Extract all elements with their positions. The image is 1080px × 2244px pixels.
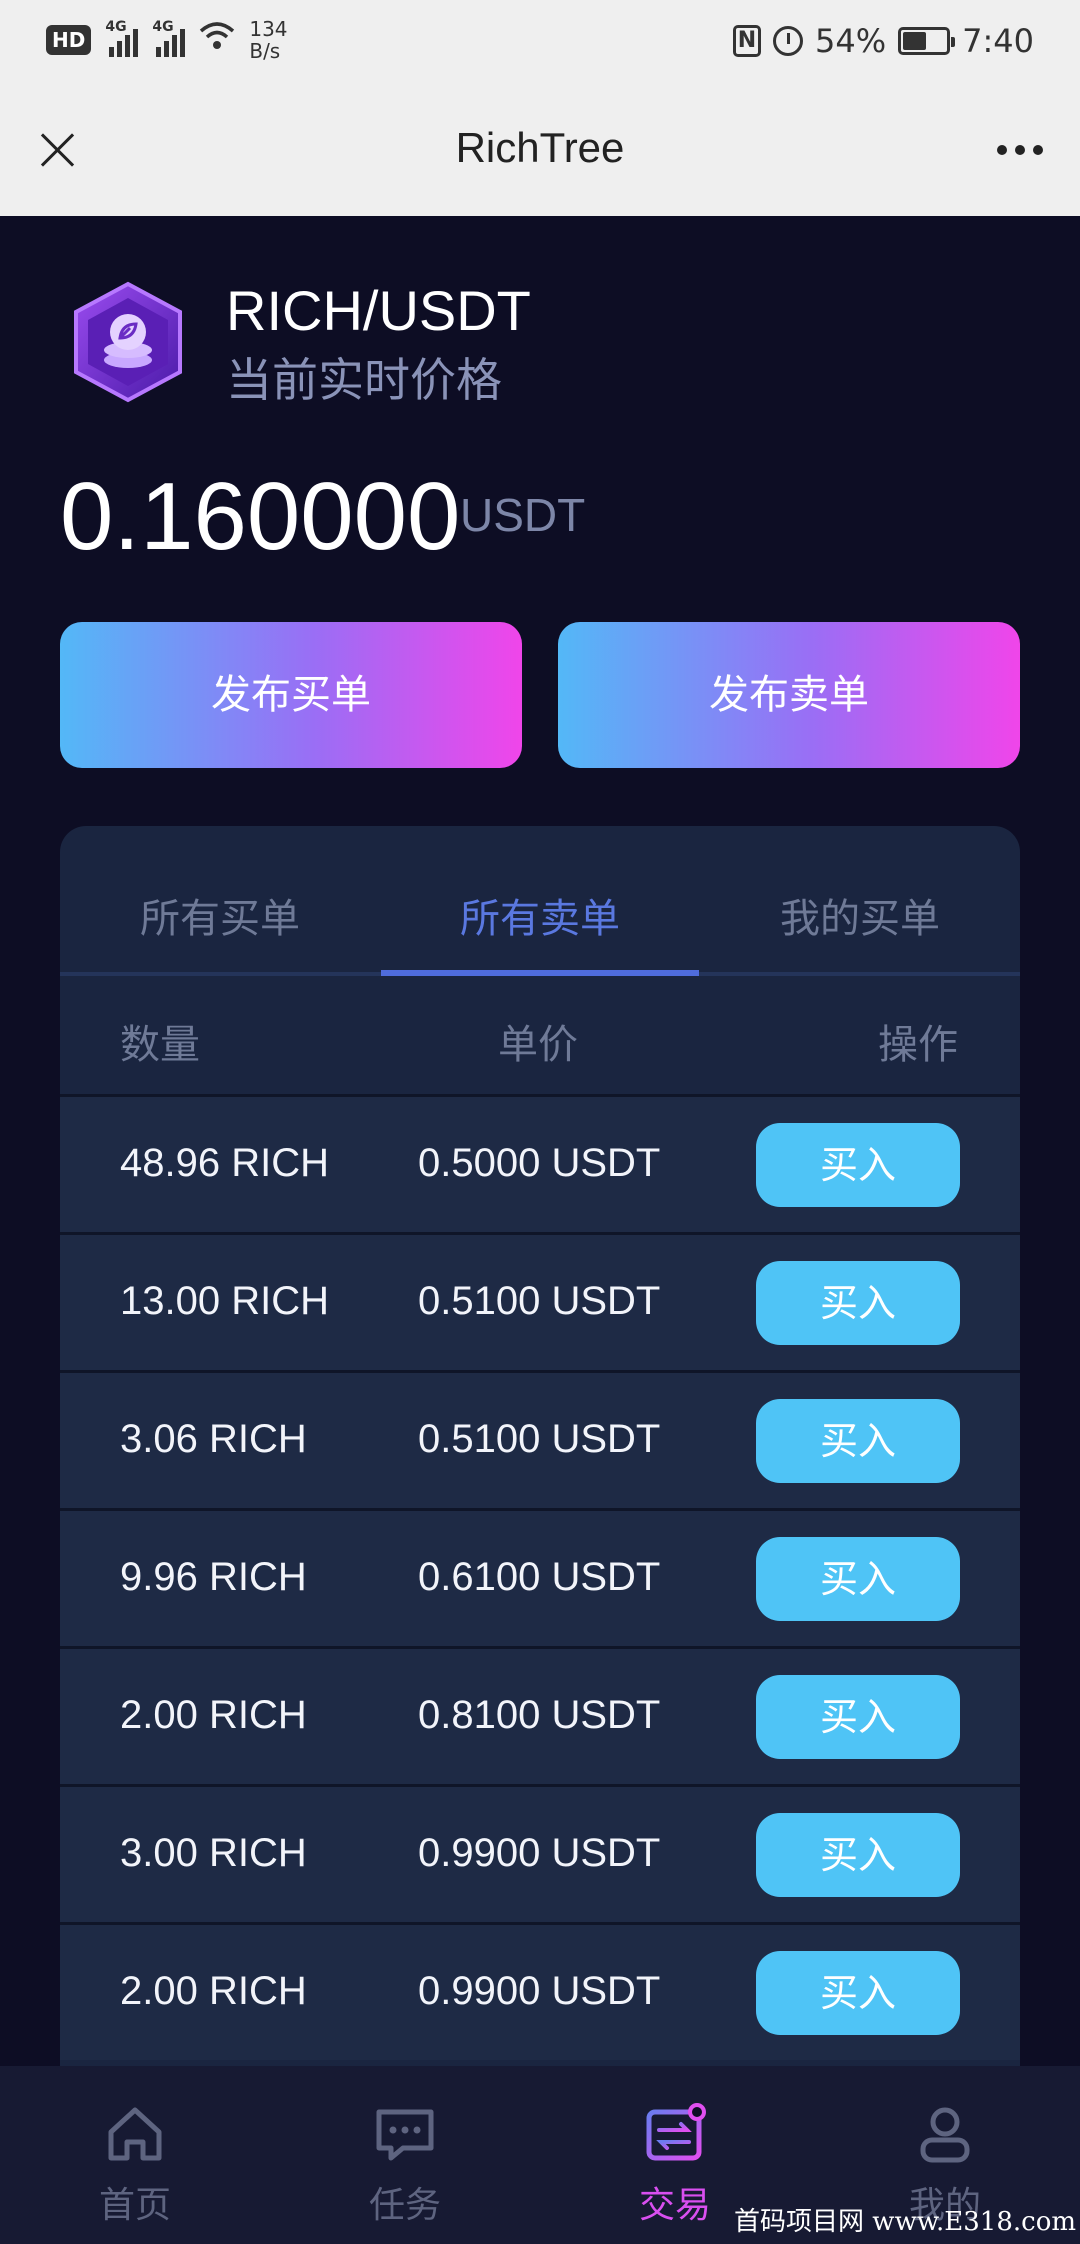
page-title: RichTree: [455, 124, 625, 171]
buy-button[interactable]: 买入: [756, 1399, 960, 1483]
order-quantity: 3.00 RICH: [120, 1831, 307, 1875]
order-list: 48.96 RICH 0.5000 USDT 买入 13.00 RICH 0.5…: [60, 1094, 1020, 2060]
column-header-price: 单价: [498, 1022, 578, 1068]
alarm-icon: [773, 26, 804, 56]
battery-percent: 54%: [815, 22, 887, 60]
price-unit: USDT: [460, 489, 586, 541]
tab-my-buy-orders[interactable]: 我的买单: [700, 886, 1020, 944]
table-row: 9.96 RICH 0.6100 USDT 买入: [60, 1508, 1020, 1646]
order-price: 0.9900 USDT: [418, 1831, 661, 1875]
network-speed-unit: B/s: [249, 39, 281, 63]
order-quantity: 2.00 RICH: [120, 1693, 307, 1737]
status-right: N 54% 7:40: [733, 22, 1034, 60]
nav-label-home: 首页: [98, 2185, 171, 2226]
status-bar: HD 4G 4G 134 B/s N 54% 7:40: [0, 0, 1080, 86]
buy-button[interactable]: 买入: [756, 1675, 960, 1759]
trading-pair: RICH/USDT: [226, 279, 531, 342]
table-row: 13.00 RICH 0.5100 USDT 买入: [60, 1232, 1020, 1370]
clock: 7:40: [962, 22, 1034, 60]
buy-button[interactable]: 买入: [756, 1951, 960, 2035]
battery-icon: [898, 27, 956, 55]
order-price: 0.8100 USDT: [418, 1693, 661, 1737]
tab-all-sell-orders[interactable]: 所有卖单: [380, 886, 700, 944]
buy-button[interactable]: 买入: [756, 1123, 960, 1207]
current-price: 0.160000: [60, 463, 461, 570]
column-header-quantity: 数量: [120, 1022, 200, 1068]
network-speed: 134 B/s: [249, 18, 287, 62]
network-type-label: 4G: [152, 19, 174, 35]
table-row: 3.00 RICH 0.9900 USDT 买入: [60, 1784, 1020, 1922]
user-icon: [920, 2107, 970, 2163]
title-bar: RichTree: [0, 86, 1080, 216]
wifi-icon: [199, 21, 235, 59]
nav-label-tasks: 任务: [368, 2185, 441, 2226]
home-icon: [108, 2107, 162, 2161]
order-price: 0.5000 USDT: [418, 1141, 661, 1185]
table-row: 2.00 RICH 0.9900 USDT 买入: [60, 1922, 1020, 2060]
rich-token-logo: [74, 281, 182, 403]
order-quantity: 48.96 RICH: [120, 1141, 329, 1185]
buy-button[interactable]: 买入: [756, 1261, 960, 1345]
exchange-icon: [646, 2103, 706, 2161]
publish-sell-order-button[interactable]: 发布卖单: [558, 622, 1020, 768]
tab-all-buy-orders[interactable]: 所有买单: [60, 886, 380, 944]
signal-icon: 4G: [152, 19, 186, 57]
signal-icon: 4G: [105, 19, 139, 57]
order-price: 0.5100 USDT: [418, 1417, 661, 1461]
battery-fill: [903, 32, 926, 50]
order-quantity: 3.06 RICH: [120, 1417, 307, 1461]
bottom-navigation: 首页 任务 交易 我的 首码项目网 www.E318.com: [0, 2066, 1080, 2244]
table-header: 数量 单价 操作: [60, 976, 1020, 1096]
table-row: 3.06 RICH 0.5100 USDT 买入: [60, 1370, 1020, 1508]
nav-item-tasks[interactable]: 任务: [270, 2066, 540, 2244]
nfc-icon: N: [733, 25, 762, 57]
price-subtitle: 当前实时价格: [226, 353, 502, 407]
buy-button[interactable]: 买入: [756, 1537, 960, 1621]
table-row: 2.00 RICH 0.8100 USDT 买入: [60, 1646, 1020, 1784]
order-quantity: 13.00 RICH: [120, 1279, 329, 1323]
watermark: 首码项目网 www.E318.com: [734, 2207, 1076, 2237]
chat-icon: [376, 2109, 434, 2161]
status-left: HD 4G 4G 134 B/s: [46, 18, 288, 62]
table-row: 48.96 RICH 0.5000 USDT 买入: [60, 1094, 1020, 1232]
network-type-label: 4G: [105, 19, 127, 35]
more-options-icon[interactable]: [988, 130, 1052, 170]
order-quantity: 2.00 RICH: [120, 1969, 307, 2013]
order-tabs: 所有买单 所有卖单 我的买单: [60, 826, 1020, 976]
hd-badge: HD: [46, 25, 92, 55]
column-header-action: 操作: [878, 1022, 958, 1068]
order-price: 0.9900 USDT: [418, 1969, 661, 2013]
orders-card: 所有买单 所有卖单 我的买单 数量 单价 操作 48.96 RICH 0.500…: [60, 826, 1020, 2244]
network-speed-value: 134: [249, 17, 288, 41]
nav-item-home[interactable]: 首页: [0, 2066, 270, 2244]
order-price: 0.6100 USDT: [418, 1555, 661, 1599]
order-price: 0.5100 USDT: [418, 1279, 661, 1323]
buy-button[interactable]: 买入: [756, 1813, 960, 1897]
publish-buy-order-button[interactable]: 发布买单: [60, 622, 522, 768]
order-quantity: 9.96 RICH: [120, 1555, 307, 1599]
